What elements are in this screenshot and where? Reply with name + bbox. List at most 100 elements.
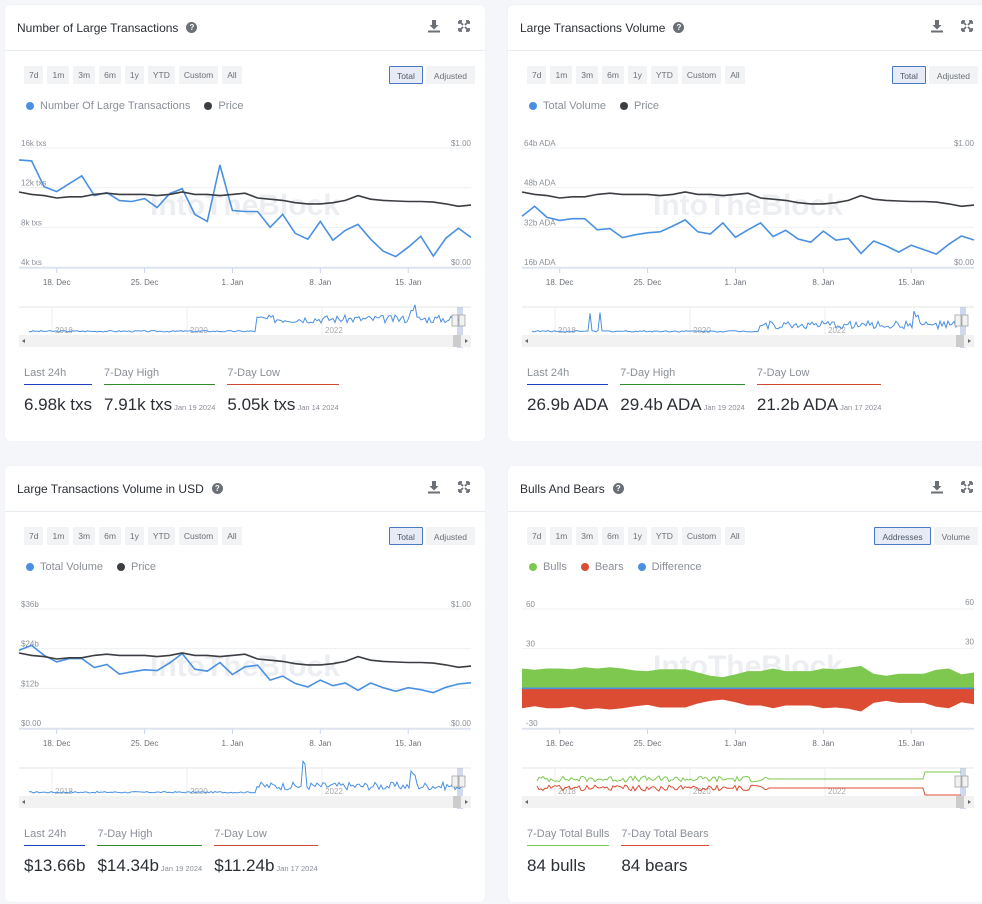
mode-button-adjusted[interactable]: Adjusted [426, 527, 475, 545]
navigator-scrollbar-track[interactable] [522, 335, 974, 347]
range-button-ytd[interactable]: YTD [651, 66, 678, 84]
download-icon[interactable] [427, 19, 441, 38]
navigator-scrollbar-track[interactable] [522, 796, 974, 808]
stat-label: Last 24h [24, 828, 85, 845]
y-left-tick-label: $12b [21, 679, 39, 688]
range-button-1m[interactable]: 1m [550, 527, 572, 545]
range-button-1m[interactable]: 1m [550, 66, 572, 84]
navigator-handle-right[interactable] [459, 776, 465, 787]
range-button-7d[interactable]: 7d [24, 66, 43, 84]
range-button-all[interactable]: All [725, 66, 744, 84]
navigator-handle-left[interactable] [955, 776, 961, 787]
navigator-scrollbar-thumb[interactable] [453, 335, 461, 347]
range-button-7d[interactable]: 7d [527, 527, 546, 545]
help-icon[interactable]: ? [186, 22, 197, 33]
mode-button-total[interactable]: Total [389, 66, 423, 84]
range-button-all[interactable]: All [222, 527, 241, 545]
stat-label: 7-Day High [97, 828, 202, 845]
range-button-3m[interactable]: 3m [73, 527, 95, 545]
navigator-handle-right[interactable] [459, 315, 465, 326]
range-button-all[interactable]: All [222, 66, 241, 84]
stat-label: 7-Day High [104, 367, 215, 384]
range-button-6m[interactable]: 6m [99, 527, 121, 545]
y-left-tick-label: 16k txs [21, 139, 46, 148]
expand-icon[interactable] [457, 480, 471, 499]
range-button-6m[interactable]: 6m [602, 66, 624, 84]
header-actions [930, 480, 974, 499]
range-button-custom[interactable]: Custom [682, 66, 721, 84]
legend-item[interactable]: Bears [581, 561, 624, 573]
navigator-handle-right[interactable] [962, 776, 968, 787]
range-button-7d[interactable]: 7d [24, 527, 43, 545]
navigator-scrollbar-thumb[interactable] [956, 796, 964, 808]
range-button-3m[interactable]: 3m [576, 66, 598, 84]
mode-button-addresses[interactable]: Addresses [874, 527, 930, 545]
range-button-3m[interactable]: 3m [576, 527, 598, 545]
range-button-1m[interactable]: 1m [47, 66, 69, 84]
range-button-ytd[interactable]: YTD [148, 527, 175, 545]
range-button-1y[interactable]: 1y [628, 66, 647, 84]
navigator-scrollbar-thumb[interactable] [956, 335, 964, 347]
expand-icon[interactable] [960, 480, 974, 499]
x-tick-label: 18. Dec [546, 278, 574, 287]
legend-item[interactable]: Price [117, 561, 156, 573]
legend-label: Number Of Large Transactions [40, 100, 190, 112]
legend-label: Price [131, 561, 156, 573]
range-button-1m[interactable]: 1m [47, 527, 69, 545]
range-button-custom[interactable]: Custom [179, 527, 218, 545]
navigator-scrollbar-thumb[interactable] [453, 796, 461, 808]
stat-value-row: 21.2b ADAJan 17 2024 [757, 395, 882, 415]
chart: 60300-306030018. Dec25. Dec1. Jan8. Jan1… [508, 596, 982, 811]
y-right-tick-label: $0.00 [954, 258, 975, 267]
legend-item[interactable]: Total Volume [529, 100, 606, 112]
y-right-tick-label: $0.00 [451, 258, 472, 267]
range-button-1y[interactable]: 1y [125, 66, 144, 84]
range-button-1y[interactable]: 1y [125, 527, 144, 545]
chart-legend: Total Volume Price [529, 100, 659, 112]
stat-date: Jan 19 2024 [704, 403, 745, 412]
stat-label: 7-Day Total Bulls [527, 828, 609, 845]
help-icon[interactable]: ? [212, 483, 223, 494]
mode-toggle: TotalAdjusted [389, 66, 475, 84]
download-icon[interactable] [930, 19, 944, 38]
navigator-scrollbar-track[interactable] [19, 335, 471, 347]
legend-item[interactable]: Total Volume [26, 561, 103, 573]
legend-item[interactable]: Number Of Large Transactions [26, 100, 190, 112]
legend-item[interactable]: Price [204, 100, 243, 112]
navigator-handle-right[interactable] [962, 315, 968, 326]
stat-value: 6.98k txs [24, 395, 92, 414]
range-button-3m[interactable]: 3m [73, 66, 95, 84]
mode-button-total[interactable]: Total [389, 527, 423, 545]
range-button-6m[interactable]: 6m [602, 527, 624, 545]
range-button-1y[interactable]: 1y [628, 527, 647, 545]
x-tick-label: 15. Jan [395, 739, 421, 748]
x-tick-label: 18. Dec [43, 739, 71, 748]
legend-item[interactable]: Difference [638, 561, 702, 573]
download-icon[interactable] [930, 480, 944, 499]
range-button-6m[interactable]: 6m [99, 66, 121, 84]
navigator-handle-left[interactable] [452, 776, 458, 787]
help-icon[interactable]: ? [613, 483, 624, 494]
navigator-handle-left[interactable] [452, 315, 458, 326]
download-icon[interactable] [427, 480, 441, 499]
mode-button-adjusted[interactable]: Adjusted [426, 66, 475, 84]
range-button-ytd[interactable]: YTD [651, 527, 678, 545]
mode-button-volume[interactable]: Volume [934, 527, 978, 545]
range-button-7d[interactable]: 7d [527, 66, 546, 84]
series-area-bears [522, 688, 974, 711]
mode-button-adjusted[interactable]: Adjusted [929, 66, 978, 84]
help-icon[interactable]: ? [673, 22, 684, 33]
legend-item[interactable]: Bulls [529, 561, 567, 573]
range-button-custom[interactable]: Custom [179, 66, 218, 84]
legend-item[interactable]: Price [620, 100, 659, 112]
expand-icon[interactable] [457, 19, 471, 38]
navigator-handle-left[interactable] [955, 315, 961, 326]
navigator-scrollbar-track[interactable] [19, 796, 471, 808]
expand-icon[interactable] [960, 19, 974, 38]
range-button-all[interactable]: All [725, 527, 744, 545]
mode-button-total[interactable]: Total [892, 66, 926, 84]
range-button-ytd[interactable]: YTD [148, 66, 175, 84]
x-tick-label: 25. Dec [634, 278, 662, 287]
stat-last-24h: Last 24h6.98k txs [24, 367, 92, 415]
range-button-custom[interactable]: Custom [682, 527, 721, 545]
